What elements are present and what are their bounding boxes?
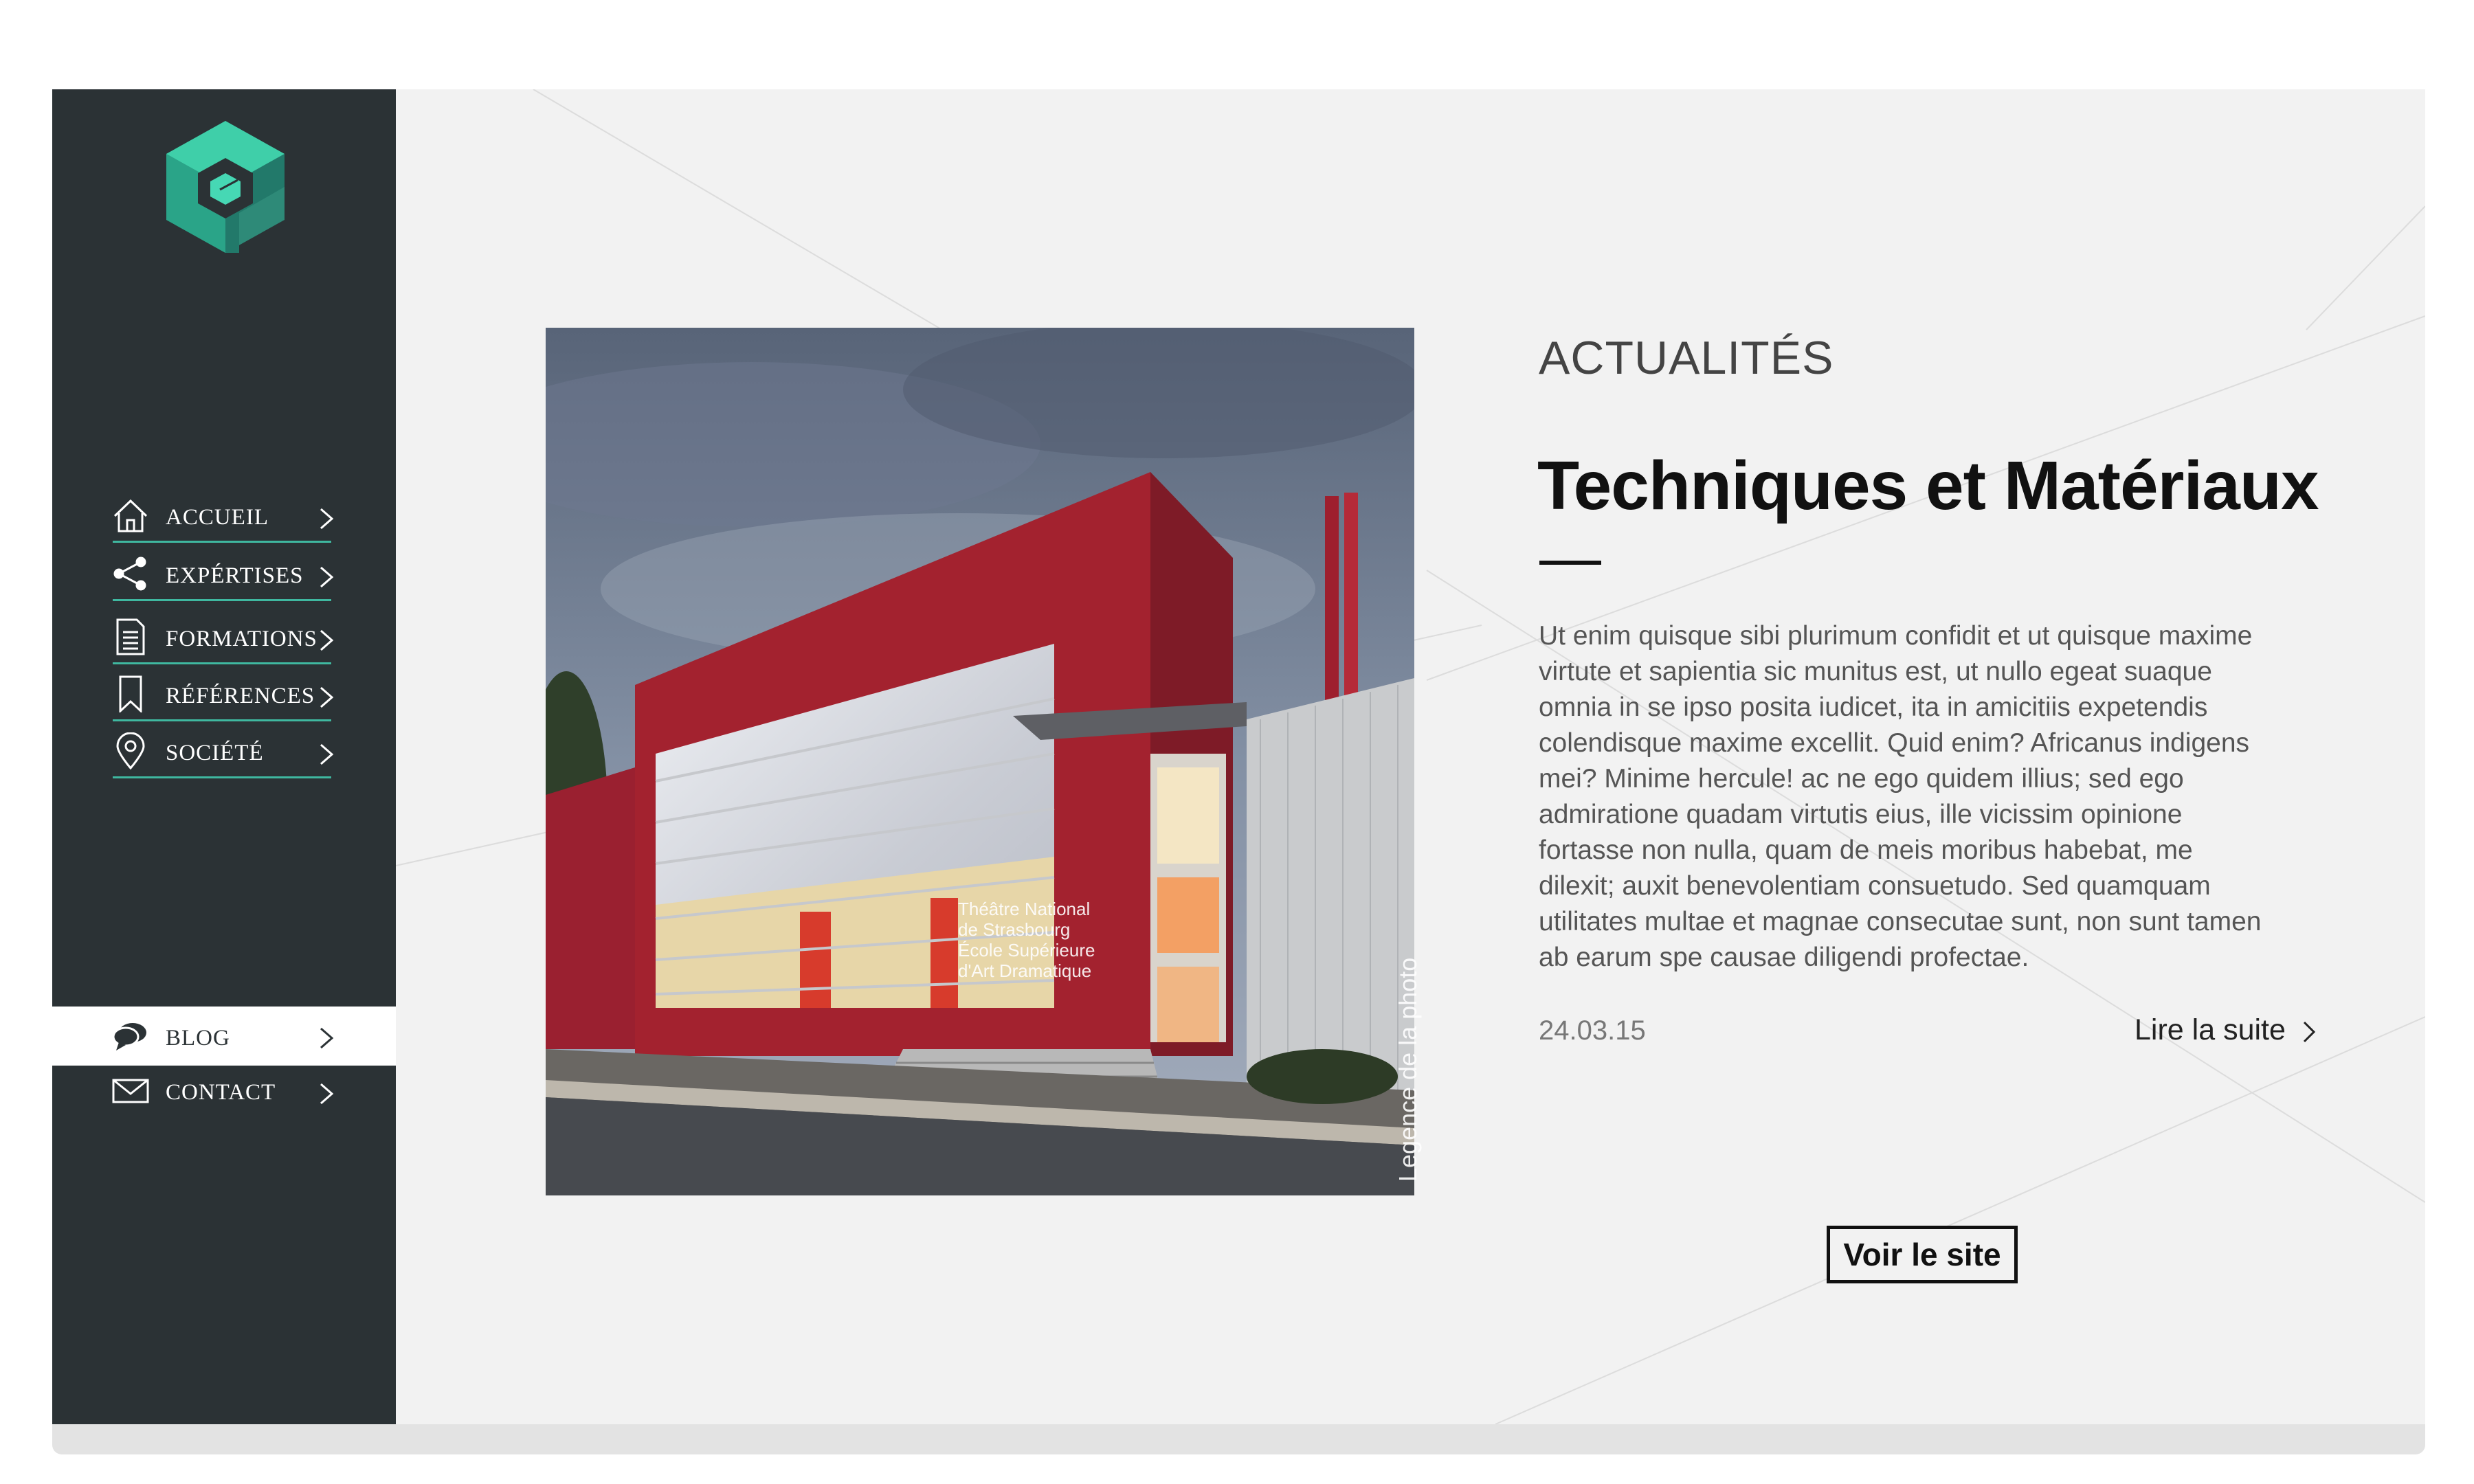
home-icon [113, 499, 148, 532]
sidebar: ACCUEIL EXPÉRTISES FORMATIONS RÉFÉRENCES… [52, 89, 396, 1424]
building-signage-line: École Supérieure [958, 940, 1095, 960]
read-more-label: Lire la suite [2135, 1013, 2286, 1046]
sidebar-item-contact[interactable]: CONTACT [52, 1066, 396, 1121]
sidebar-item-societe[interactable]: SOCIÉTÉ [52, 727, 396, 782]
building-photo-illustration: Théâtre National de Strasbourg École Sup… [546, 328, 1414, 1195]
building-signage-line: de Strasbourg [958, 919, 1070, 940]
sidebar-item-label: BLOG [166, 1026, 230, 1050]
chat-bubbles-icon [112, 1023, 146, 1050]
sidebar-item-label: ACCUEIL [166, 505, 269, 530]
sidebar-item-accueil[interactable]: ACCUEIL [52, 491, 396, 546]
building-signage-line: d'Art Dramatique [958, 960, 1091, 981]
read-more-link[interactable]: Lire la suite [2135, 1013, 2317, 1047]
chevron-right-icon [320, 508, 334, 530]
photo-caption: Legence de la photo [1394, 957, 1422, 1182]
chevron-right-icon [320, 1083, 334, 1105]
nav-underline [113, 662, 331, 664]
document-icon [116, 618, 145, 655]
location-pin-icon [116, 732, 145, 769]
nav-underline [113, 541, 331, 543]
sidebar-item-label: EXPÉRTISES [166, 563, 304, 588]
article-date: 24.03.15 [1539, 1015, 1646, 1046]
sidebar-item-label: FORMATIONS [166, 627, 317, 651]
bookmark-icon [119, 675, 142, 712]
chevron-right-icon [320, 566, 334, 588]
envelope-icon [112, 1079, 149, 1103]
chevron-right-icon [320, 686, 334, 708]
chevron-right-icon [2303, 1021, 2315, 1042]
company-logo [166, 121, 285, 253]
nav-underline [113, 776, 331, 778]
frame-shadow [52, 1424, 2425, 1454]
sidebar-item-label: RÉFÉRENCES [166, 684, 315, 708]
chevron-right-icon [320, 743, 334, 765]
sidebar-item-expertises[interactable]: EXPÉRTISES [52, 550, 396, 605]
building-signage-line: Théâtre National [958, 899, 1090, 919]
nav-underline [113, 599, 331, 601]
article-photo: Théâtre National de Strasbourg École Sup… [546, 328, 1414, 1195]
sidebar-item-label: SOCIÉTÉ [166, 741, 264, 765]
sidebar-item-references[interactable]: RÉFÉRENCES [52, 670, 396, 725]
article-body: Ut enim quisque sibi plurimum confidit e… [1539, 621, 2262, 972]
sidebar-item-formations[interactable]: FORMATIONS [52, 613, 396, 668]
chevron-right-icon [320, 629, 334, 651]
article-title: Techniques et Matériaux [1537, 447, 2319, 524]
section-title: ACTUALITÉS [1539, 332, 1834, 384]
page-frame: ACCUEIL EXPÉRTISES FORMATIONS RÉFÉRENCES… [52, 89, 2425, 1424]
share-icon [113, 556, 146, 591]
nav-underline [113, 719, 331, 721]
title-underline [1539, 561, 1601, 565]
sidebar-item-blog[interactable]: BLOG [52, 1007, 396, 1066]
view-site-button[interactable]: Voir le site [1827, 1226, 2018, 1283]
chevron-right-icon [320, 1027, 334, 1049]
sidebar-item-label: CONTACT [166, 1080, 276, 1105]
